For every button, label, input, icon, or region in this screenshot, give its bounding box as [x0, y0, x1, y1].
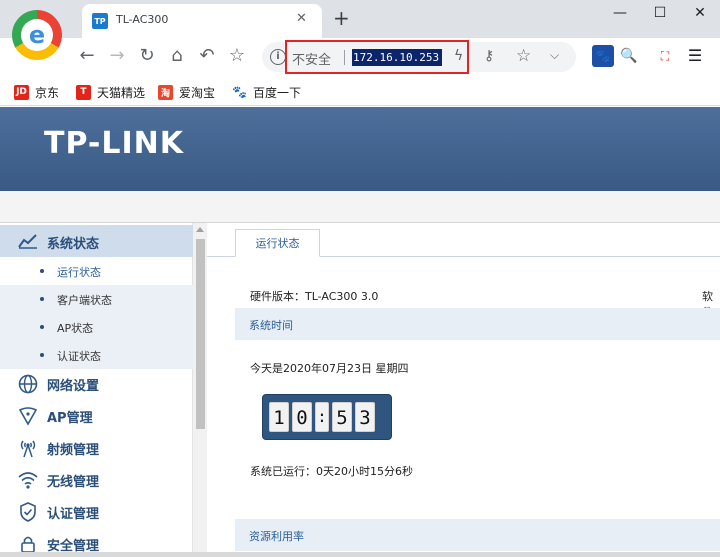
maximize-button[interactable]: ☐: [650, 5, 670, 27]
clock-display: 1 0 : 5 3: [262, 394, 392, 440]
taobao-icon: 淘: [158, 84, 173, 100]
tab-favicon-icon: TP: [92, 13, 108, 29]
browser-window: TP TL-AC300 ✕ + — ☐ ✕ e ← → ↻ ⌂ ↶ ☆ i 不安…: [0, 0, 720, 557]
sidebar-item-label: 认证管理: [47, 506, 100, 522]
sidebar-subitem-run-status[interactable]: 运行状态: [0, 257, 193, 285]
sidebar-item-ap-manage[interactable]: AP管理: [0, 400, 193, 432]
url-highlight-box: [285, 40, 469, 74]
jd-icon: JD: [14, 84, 29, 100]
close-button[interactable]: ✕: [690, 5, 710, 27]
bookmark-star-icon[interactable]: ☆: [516, 46, 531, 66]
sidebar-subitem-client-status[interactable]: 客户端状态: [0, 285, 193, 313]
sidebar-subitem-label: 客户端状态: [57, 294, 112, 307]
sidebar-subitem-ap-status[interactable]: AP状态: [0, 313, 193, 341]
bullet: [40, 297, 44, 301]
hardware-version: 硬件版本：TL-AC300 3.0: [250, 290, 379, 303]
sidebar-item-label: 系统状态: [47, 237, 100, 252]
menu-icon[interactable]: ☰: [684, 45, 706, 67]
tab-run-status[interactable]: 运行状态: [235, 229, 320, 257]
chart-line-icon: [17, 230, 39, 252]
scroll-thumb[interactable]: [196, 239, 205, 429]
sidebar-subitem-label: AP状态: [57, 322, 94, 335]
browser-logo-icon: e: [12, 10, 62, 60]
ap-icon: [17, 405, 39, 427]
title-bar: TP TL-AC300 ✕ + — ☐ ✕: [0, 0, 720, 38]
bookmark-baidu[interactable]: 🐾 百度一下: [232, 83, 301, 101]
sidebar-subitem-auth-status[interactable]: 认证状态: [0, 341, 193, 369]
forward-icon[interactable]: →: [106, 45, 128, 67]
sidebar-item-network[interactable]: 网络设置: [0, 368, 193, 400]
header-strip: [0, 191, 720, 223]
sidebar-scrollbar[interactable]: [193, 223, 207, 557]
sidebar: 系统状态 运行状态 客户端状态 AP状态 认证状态 网络设置 AP管理 射频管理…: [0, 223, 193, 557]
bookmark-label: 京东: [35, 85, 60, 100]
sidebar-subitem-label: 认证状态: [57, 350, 101, 363]
bookmark-tmall[interactable]: T 天猫精选: [76, 83, 145, 101]
sidebar-item-radio[interactable]: 射频管理: [0, 432, 193, 464]
globe-icon: [17, 373, 39, 395]
home-icon[interactable]: ⌂: [166, 45, 188, 67]
antenna-icon: [17, 437, 39, 459]
paw-icon[interactable]: 🐾: [592, 45, 614, 67]
sidebar-item-label: 网络设置: [47, 378, 100, 394]
bullet: [40, 325, 44, 329]
clock-digit: 0: [292, 402, 312, 432]
sidebar-item-wireless[interactable]: 无线管理: [0, 464, 193, 496]
undo-icon[interactable]: ↶: [196, 45, 218, 67]
new-tab-button[interactable]: +: [333, 6, 350, 30]
bookmarks-bar: JD 京东 T 天猫精选 淘 爱淘宝 🐾 百度一下: [0, 76, 720, 106]
sidebar-subitem-label: 运行状态: [57, 266, 101, 279]
clock-colon: :: [315, 402, 329, 432]
resource-usage-section: 资源利用率: [235, 519, 720, 551]
back-icon[interactable]: ←: [76, 45, 98, 67]
page-header: TP-LINK: [0, 107, 720, 191]
info-icon[interactable]: i: [270, 49, 286, 65]
window-bottom-edge: [0, 552, 720, 557]
section-title: 资源利用率: [249, 530, 304, 543]
clock-digit: 5: [332, 402, 352, 432]
brand-logo: TP-LINK: [44, 126, 185, 161]
shield-check-icon: [17, 501, 39, 523]
main-content: 运行状态 硬件版本：TL-AC300 3.0 软件 系统时间 今天是2020年0…: [207, 223, 720, 557]
minimize-button[interactable]: —: [610, 5, 630, 27]
section-title: 系统时间: [249, 319, 293, 332]
browser-tab[interactable]: TP TL-AC300 ✕: [82, 4, 322, 38]
bullet: [40, 353, 44, 357]
scroll-up-arrow-icon[interactable]: [196, 227, 204, 232]
sidebar-item-system-status[interactable]: 系统状态: [0, 225, 193, 257]
bookmark-label: 百度一下: [253, 85, 302, 100]
search-icon[interactable]: 🔍: [618, 45, 640, 67]
bookmark-label: 爱淘宝: [179, 85, 216, 100]
uptime-text: 系统已运行：0天20小时15分6秒: [250, 465, 413, 478]
system-time-section: 系统时间: [235, 308, 720, 340]
bookmark-aitaobao[interactable]: 淘 爱淘宝: [158, 83, 215, 101]
sidebar-item-auth[interactable]: 认证管理: [0, 496, 193, 528]
sidebar-item-label: AP管理: [47, 410, 93, 426]
clock-digit: 1: [269, 402, 289, 432]
pdf-icon[interactable]: ⛶: [654, 45, 676, 67]
star-icon[interactable]: ☆: [226, 45, 248, 67]
tab-title: TL-AC300: [116, 13, 169, 26]
key-icon[interactable]: ⚷: [484, 48, 494, 64]
sidebar-item-label: 安全管理: [47, 538, 100, 554]
tmall-icon: T: [76, 84, 91, 100]
sidebar-item-label: 射频管理: [47, 442, 100, 458]
bullet: [40, 269, 44, 273]
tab-close-icon[interactable]: ✕: [296, 11, 307, 26]
reload-icon[interactable]: ↻: [136, 45, 158, 67]
bookmark-jd[interactable]: JD 京东: [14, 83, 59, 101]
baidu-paw-icon: 🐾: [232, 85, 247, 99]
bookmark-label: 天猫精选: [97, 85, 146, 100]
date-line: 今天是2020年07月23日 星期四: [250, 362, 409, 375]
clock-digit: 3: [355, 402, 375, 432]
wifi-icon: [17, 469, 39, 491]
chevron-down-icon[interactable]: ⌵: [550, 48, 559, 63]
sidebar-item-label: 无线管理: [47, 474, 100, 490]
